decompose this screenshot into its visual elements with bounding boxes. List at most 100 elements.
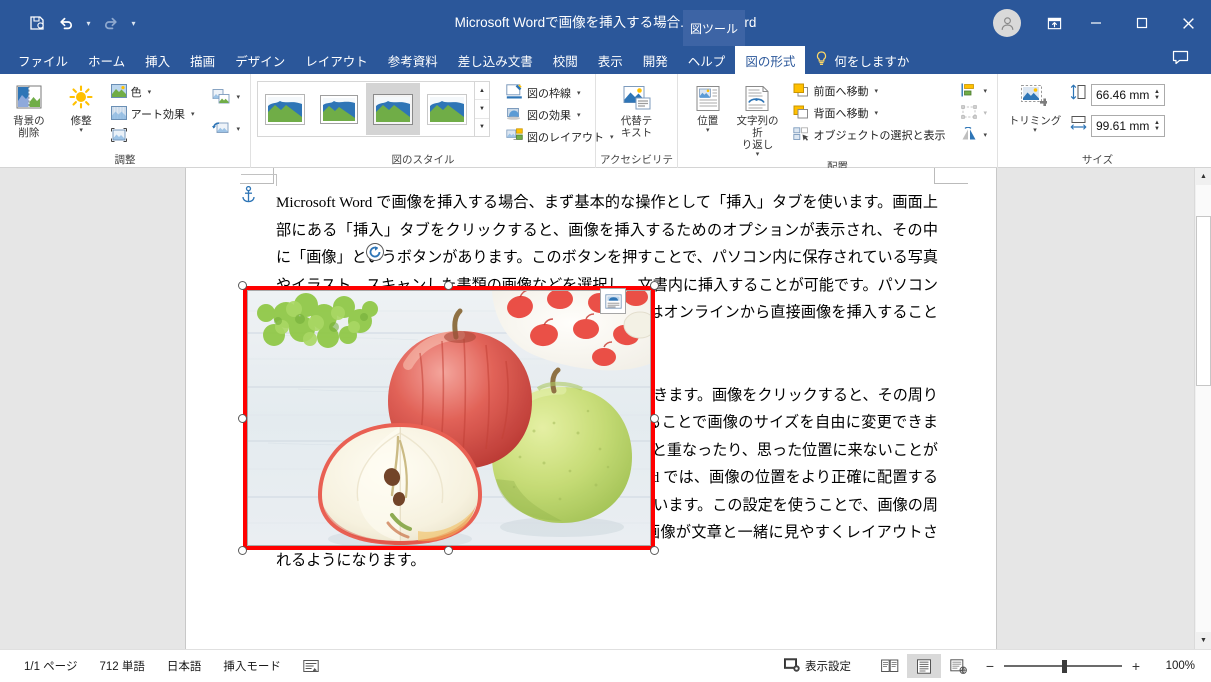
shape-width-input[interactable]: 99.61 mm ▲ ▼ <box>1091 114 1165 137</box>
ribbon-display-options-icon[interactable] <box>1035 0 1073 46</box>
selected-picture[interactable] <box>238 281 659 555</box>
color-button[interactable]: 色 ▾ <box>107 81 199 103</box>
gallery-scroll-down-icon[interactable]: ▼ <box>475 100 489 119</box>
customize-qat-icon[interactable]: ▾ <box>127 9 140 37</box>
crop-dropdown-icon[interactable]: ▾ <box>1033 127 1037 135</box>
zoom-in-button[interactable]: + <box>1131 658 1141 674</box>
proofing-icon[interactable] <box>303 659 319 673</box>
corrections-button[interactable]: 修整 ▾ <box>62 78 101 135</box>
view-web-layout-button[interactable] <box>941 654 975 678</box>
rotate-dropdown-icon[interactable]: ▾ <box>983 131 987 139</box>
resize-handle-bottom-right[interactable] <box>650 546 659 555</box>
zoom-thumb[interactable] <box>1062 660 1067 673</box>
zoom-level[interactable]: 100% <box>1157 660 1195 672</box>
tab-view[interactable]: 表示 <box>588 46 633 74</box>
group-button[interactable]: ▾ <box>957 102 991 124</box>
tab-mailings[interactable]: 差し込み文書 <box>448 46 543 74</box>
undo-dropdown-icon[interactable]: ▾ <box>82 9 95 37</box>
tab-home[interactable]: ホーム <box>78 46 135 74</box>
word-count[interactable]: 712 単語 <box>99 658 144 674</box>
zoom-slider[interactable]: − + <box>985 658 1141 674</box>
reset-picture-dropdown-icon[interactable]: ▾ <box>236 125 240 133</box>
minimize-button[interactable] <box>1073 0 1119 46</box>
group-dropdown-icon[interactable]: ▾ <box>983 109 987 117</box>
tell-me-box[interactable]: 何をしますか <box>815 46 909 74</box>
scroll-thumb[interactable] <box>1196 216 1211 386</box>
gallery-more-icon[interactable]: ▼ <box>475 119 489 136</box>
artistic-effects-button[interactable]: アート効果 ▾ <box>107 103 199 125</box>
alt-text-button[interactable]: 代替テ キスト <box>609 78 665 139</box>
resize-handle-top-left[interactable] <box>238 281 247 290</box>
tab-draw[interactable]: 描画 <box>180 46 225 74</box>
compress-pictures-dropdown-icon[interactable]: ▾ <box>236 93 240 101</box>
layout-options-button[interactable] <box>600 288 626 314</box>
gallery-scroll-buttons[interactable]: ▲ ▼ ▼ <box>474 82 489 136</box>
resize-handle-bottom-left[interactable] <box>238 546 247 555</box>
picture-style-option-selected[interactable] <box>366 83 420 135</box>
redo-icon[interactable] <box>98 9 124 37</box>
selection-pane-button[interactable]: オブジェクトの選択と表示 <box>789 124 949 146</box>
resize-handle-middle-left[interactable] <box>238 414 247 423</box>
tab-help[interactable]: ヘルプ <box>678 46 736 74</box>
tab-design[interactable]: デザイン <box>225 46 295 74</box>
picture-style-option[interactable] <box>258 83 312 135</box>
tab-review[interactable]: 校閲 <box>543 46 588 74</box>
scroll-down-button[interactable]: ▼ <box>1195 632 1211 649</box>
display-settings-button[interactable]: 表示設定 <box>784 657 851 675</box>
insert-mode-indicator[interactable]: 挿入モード <box>223 658 281 674</box>
tab-layout[interactable]: レイアウト <box>295 46 378 74</box>
resize-handle-bottom-center[interactable] <box>444 546 453 555</box>
resize-handle-top-right[interactable] <box>650 281 659 290</box>
rotate-button[interactable]: ▾ <box>957 124 991 146</box>
page-indicator[interactable]: 1/1 ページ <box>24 658 77 674</box>
artistic-effects-dropdown-icon[interactable]: ▾ <box>191 110 195 118</box>
tab-developer[interactable]: 開発 <box>633 46 678 74</box>
language-indicator[interactable]: 日本語 <box>167 658 202 674</box>
scroll-up-button[interactable]: ▲ <box>1195 168 1211 185</box>
avatar[interactable] <box>993 9 1021 37</box>
position-dropdown-icon[interactable]: ▾ <box>706 127 710 135</box>
reset-picture-button[interactable]: ▾ <box>208 118 244 140</box>
document-page[interactable]: Microsoft Word で画像を挿入する場合、まず基本的な操作として「挿入… <box>186 168 996 649</box>
crop-button[interactable]: トリミング ▾ <box>1008 78 1062 135</box>
picture-style-option[interactable] <box>312 83 366 135</box>
wrap-text-dropdown-icon[interactable]: ▾ <box>756 151 760 159</box>
zoom-track[interactable] <box>1004 660 1122 673</box>
save-icon[interactable] <box>24 9 50 37</box>
transparency-button[interactable] <box>107 125 199 147</box>
vertical-scrollbar[interactable]: ▲ ▼ <box>1194 168 1211 649</box>
color-dropdown-icon[interactable]: ▾ <box>148 88 152 96</box>
shape-width-spinner[interactable]: ▲ ▼ <box>1154 120 1162 132</box>
picture-effects-dropdown-icon[interactable]: ▾ <box>577 111 581 119</box>
document-canvas[interactable]: Microsoft Word で画像を挿入する場合、まず基本的な操作として「挿入… <box>0 168 1211 649</box>
anchor-icon[interactable] <box>241 185 256 209</box>
comments-icon[interactable] <box>1172 50 1189 70</box>
view-print-layout-button[interactable] <box>907 654 941 678</box>
zoom-out-button[interactable]: − <box>985 658 995 674</box>
tab-references[interactable]: 参考資料 <box>378 46 448 74</box>
scroll-track-upper[interactable] <box>1196 185 1211 216</box>
gallery-scroll-up-icon[interactable]: ▲ <box>475 82 489 101</box>
compress-pictures-button[interactable]: ▾ <box>208 86 244 108</box>
close-button[interactable] <box>1165 0 1211 46</box>
maximize-button[interactable] <box>1119 0 1165 46</box>
send-backward-dropdown-icon[interactable]: ▾ <box>874 109 878 117</box>
picture-style-option[interactable] <box>420 83 474 135</box>
bring-forward-dropdown-icon[interactable]: ▾ <box>874 87 878 95</box>
shape-height-spinner[interactable]: ▲ ▼ <box>1154 89 1162 101</box>
send-backward-button[interactable]: 背面へ移動 ▾ <box>789 102 949 124</box>
rotate-handle[interactable] <box>366 243 384 261</box>
align-button[interactable]: ▾ <box>957 80 991 102</box>
tab-file[interactable]: ファイル <box>8 46 78 74</box>
bring-forward-button[interactable]: 前面へ移動 ▾ <box>789 80 949 102</box>
picture-border-dropdown-icon[interactable]: ▾ <box>577 89 581 97</box>
shape-height-input[interactable]: 66.46 mm ▲ ▼ <box>1091 83 1165 106</box>
position-button[interactable]: 位置 ▾ <box>688 78 727 135</box>
resize-handle-top-center[interactable] <box>444 281 453 290</box>
view-read-mode-button[interactable] <box>873 654 907 678</box>
resize-handle-middle-right[interactable] <box>650 414 659 423</box>
undo-icon[interactable] <box>53 9 79 37</box>
tab-picture-format[interactable]: 図の形式 <box>735 46 806 74</box>
align-dropdown-icon[interactable]: ▾ <box>983 87 987 95</box>
corrections-dropdown-icon[interactable]: ▾ <box>79 127 83 135</box>
